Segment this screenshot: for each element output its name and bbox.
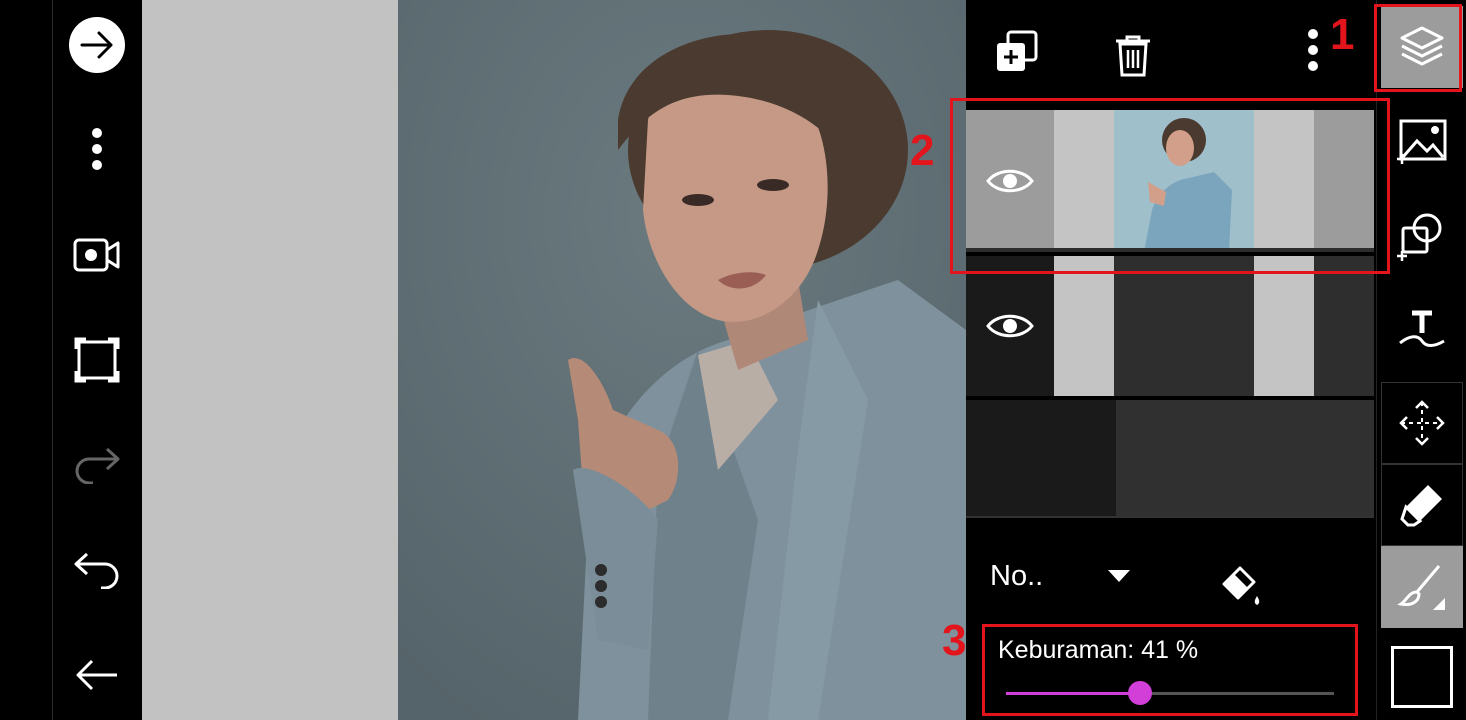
annotation-number: 2 bbox=[910, 126, 935, 175]
more-vertical-icon[interactable] bbox=[62, 115, 132, 185]
canvas-photo[interactable] bbox=[398, 0, 966, 720]
video-record-icon[interactable] bbox=[62, 220, 132, 290]
layer-item-background[interactable] bbox=[966, 400, 1374, 516]
add-image-icon[interactable] bbox=[1381, 100, 1463, 182]
chevron-down-icon bbox=[1108, 570, 1130, 582]
eraser-icon[interactable] bbox=[1381, 464, 1463, 546]
more-vertical-icon[interactable] bbox=[1306, 28, 1322, 76]
trash-icon[interactable] bbox=[1114, 34, 1154, 78]
brush-icon[interactable] bbox=[1381, 546, 1463, 628]
undo-icon[interactable] bbox=[62, 535, 132, 605]
layer-thumbnail-bg bbox=[1054, 256, 1114, 396]
layer-thumbnail bbox=[1114, 256, 1254, 396]
eye-visibility-icon[interactable] bbox=[986, 311, 1034, 341]
annotation-box bbox=[982, 624, 1358, 716]
blend-mode-select[interactable]: No.. bbox=[990, 556, 1160, 596]
crop-frame-icon[interactable] bbox=[62, 325, 132, 395]
annotation-box bbox=[1374, 4, 1462, 92]
left-toolbar bbox=[0, 0, 142, 720]
layer-thumbnail-bg bbox=[1254, 256, 1314, 396]
move-tool-icon[interactable] bbox=[1381, 382, 1463, 464]
color-swatch[interactable] bbox=[1381, 636, 1463, 718]
add-layer-icon[interactable] bbox=[994, 28, 1044, 78]
toolbar-divider bbox=[52, 0, 53, 720]
layer-item[interactable] bbox=[966, 256, 1374, 396]
panel-divider bbox=[966, 516, 1374, 518]
text-tool-icon[interactable] bbox=[1381, 288, 1463, 370]
annotation-box bbox=[950, 98, 1390, 274]
redo-icon[interactable] bbox=[62, 430, 132, 500]
back-arrow-icon[interactable] bbox=[62, 640, 132, 710]
arrow-right-circle-icon[interactable] bbox=[62, 10, 132, 80]
blend-mode-label: No.. bbox=[990, 560, 1044, 592]
woman-portrait-image bbox=[398, 0, 966, 720]
add-shape-icon[interactable] bbox=[1381, 196, 1463, 278]
layer-thumbnail bbox=[966, 400, 1116, 516]
paint-bucket-icon[interactable] bbox=[1218, 562, 1266, 610]
canvas-background bbox=[142, 0, 398, 720]
layer-thumbnail-bg bbox=[1314, 256, 1374, 396]
annotation-number: 1 bbox=[1330, 10, 1355, 59]
annotation-number: 3 bbox=[942, 616, 967, 665]
